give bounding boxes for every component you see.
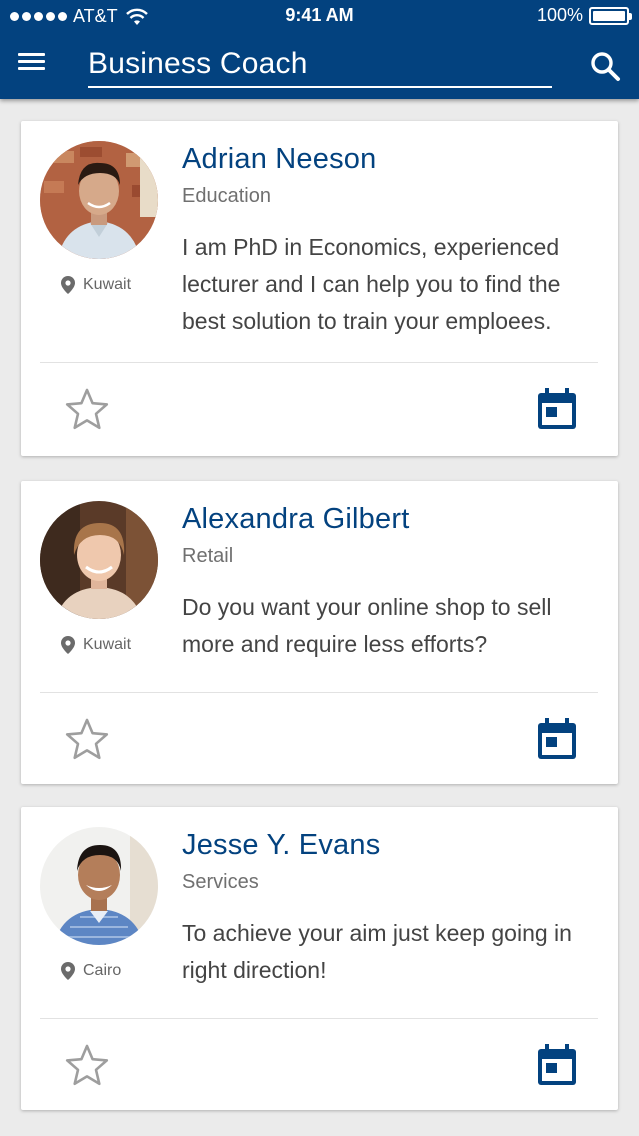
- coach-name[interactable]: Adrian Neeson: [182, 143, 376, 176]
- battery-icon: [589, 6, 632, 25]
- coach-category: Education: [182, 185, 271, 207]
- coach-name[interactable]: Alexandra Gilbert: [182, 503, 409, 536]
- star-outline-icon[interactable]: [65, 717, 109, 761]
- hamburger-menu-icon[interactable]: [18, 50, 50, 78]
- location-label: Kuwait: [83, 636, 132, 653]
- star-outline-icon[interactable]: [65, 387, 109, 431]
- search-icon[interactable]: [589, 50, 621, 82]
- avatar: [40, 501, 158, 619]
- location-pin-icon: [61, 962, 75, 980]
- star-outline-icon[interactable]: [65, 1043, 109, 1087]
- coach-description: Do you want your online shop to sell mor…: [182, 594, 552, 657]
- calendar-icon[interactable]: [536, 387, 578, 431]
- coach-card[interactable]: Kuwait Adrian Neeson Education I am PhD …: [21, 121, 618, 456]
- location: Kuwait: [61, 276, 131, 294]
- search-input[interactable]: [88, 44, 552, 84]
- location-pin-icon: [61, 636, 75, 654]
- calendar-icon[interactable]: [536, 1043, 578, 1087]
- battery-percent: 100%: [536, 5, 583, 25]
- coach-description: I am PhD in Economics, experienced lectu…: [182, 234, 561, 334]
- avatar: [40, 141, 158, 259]
- coach-card[interactable]: Kuwait Alexandra Gilbert Retail Do you w…: [21, 481, 618, 784]
- divider: [40, 362, 598, 363]
- coach-category: Services: [182, 871, 259, 893]
- coach-category: Retail: [182, 545, 234, 567]
- location: Cairo: [61, 962, 121, 980]
- search-field[interactable]: [88, 44, 552, 88]
- location-label: Kuwait: [83, 276, 132, 293]
- battery-status: 100%: [536, 5, 632, 26]
- coach-description: To achieve your aim just keep going in r…: [182, 920, 572, 983]
- calendar-icon[interactable]: [536, 717, 578, 761]
- divider: [40, 692, 598, 693]
- location: Kuwait: [61, 636, 131, 654]
- coach-card[interactable]: Cairo Jesse Y. Evans Services To achieve…: [21, 807, 618, 1110]
- location-label: Cairo: [83, 962, 122, 979]
- avatar: [40, 827, 158, 945]
- coach-name[interactable]: Jesse Y. Evans: [182, 829, 380, 862]
- app-bar: AT&T 9:41 AM 100%: [0, 0, 639, 99]
- status-bar: AT&T 9:41 AM 100%: [0, 0, 639, 34]
- divider: [40, 1018, 598, 1019]
- location-pin-icon: [61, 276, 75, 294]
